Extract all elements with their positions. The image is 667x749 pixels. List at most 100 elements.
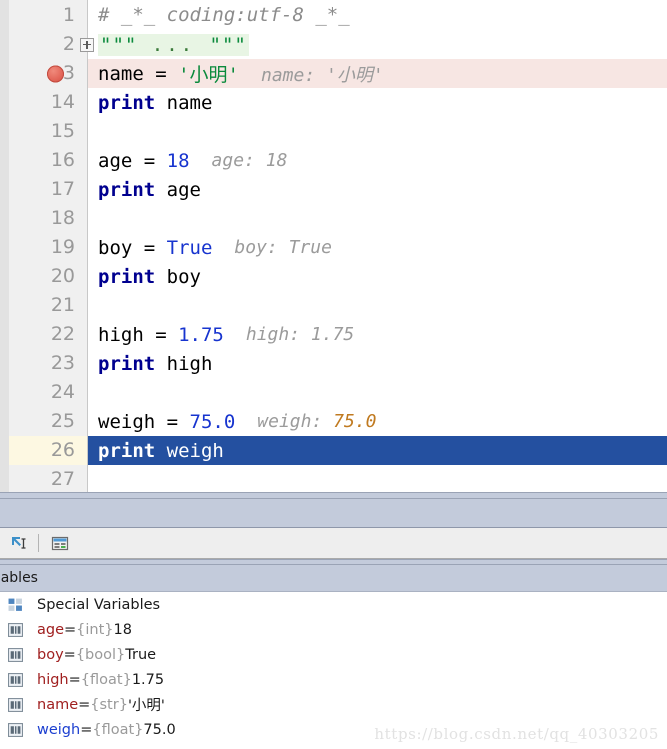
gutter-strip xyxy=(0,436,9,465)
code-var-name: age xyxy=(98,150,132,172)
code-line[interactable]: print weigh xyxy=(88,436,667,465)
variable-row[interactable]: name = {str} '小明' xyxy=(0,692,667,717)
code-editor[interactable]: 1# _*_ coding:utf-8 _*_2""" ... """13nam… xyxy=(0,0,667,492)
editor-row: 2 """ ... """ xyxy=(0,30,667,59)
line-gutter[interactable]: 21 xyxy=(0,291,88,320)
gutter-strip xyxy=(0,175,9,204)
code-line[interactable] xyxy=(88,465,667,492)
inline-value-hint: boy: True xyxy=(234,237,332,258)
inline-hint-value: 18 xyxy=(266,150,288,171)
line-gutter[interactable]: 19 xyxy=(0,233,88,262)
editor-row: 25weigh = 75.0weigh: 75.0 xyxy=(0,407,667,436)
fold-toggle-icon[interactable] xyxy=(80,38,94,52)
inline-value-hint: high: 1.75 xyxy=(246,324,354,345)
code-line[interactable] xyxy=(88,378,667,407)
line-gutter[interactable]: 2 xyxy=(0,30,88,59)
code-line[interactable] xyxy=(88,291,667,320)
variable-icon xyxy=(8,648,30,662)
line-gutter[interactable]: 15 xyxy=(0,117,88,146)
line-number: 19 xyxy=(51,238,87,257)
code-var-name: boy xyxy=(98,237,132,259)
editor-row: 22high = 1.75high: 1.75 xyxy=(0,320,667,349)
editor-row: 15 xyxy=(0,117,667,146)
line-gutter[interactable]: 18 xyxy=(0,204,88,233)
variable-type: {bool} xyxy=(76,647,125,663)
code-line[interactable] xyxy=(88,117,667,146)
editor-line-list: 1# _*_ coding:utf-8 _*_2""" ... """13nam… xyxy=(0,0,667,492)
line-number: 16 xyxy=(51,151,87,170)
fold-ellipsis: ... xyxy=(137,34,209,56)
line-gutter[interactable]: 13 xyxy=(0,59,88,88)
gutter-strip xyxy=(0,320,9,349)
debugger-toolbar[interactable] xyxy=(0,528,667,559)
code-line[interactable]: boy = Trueboy: True xyxy=(88,233,667,262)
breakpoint-marker[interactable] xyxy=(47,65,64,82)
code-line[interactable]: # _*_ coding:utf-8 _*_ xyxy=(88,0,667,30)
gutter-strip xyxy=(0,291,9,320)
code-line[interactable] xyxy=(88,204,667,233)
variables-list[interactable]: Special Variablesage = {int} 18boy = {bo… xyxy=(0,592,667,749)
inline-value-hint: weigh: 75.0 xyxy=(257,411,376,432)
line-gutter[interactable]: 23 xyxy=(0,349,88,378)
watches-table-icon[interactable] xyxy=(47,532,73,554)
editor-row: 19boy = Trueboy: True xyxy=(0,233,667,262)
variable-name: name xyxy=(37,697,78,713)
line-number: 20 xyxy=(51,267,87,286)
line-number: 27 xyxy=(51,470,87,489)
variable-value: True xyxy=(125,647,156,663)
code-number-literal: 75.0 xyxy=(190,411,236,433)
code-argument: boy xyxy=(155,266,201,288)
code-line[interactable]: name = '小明'name: '小明' xyxy=(88,59,667,88)
code-operator: = xyxy=(144,324,178,346)
variable-value: 1.75 xyxy=(132,672,164,688)
code-line[interactable]: print boy xyxy=(88,262,667,291)
line-number: 25 xyxy=(51,412,87,431)
variable-row[interactable]: age = {int} 18 xyxy=(0,617,667,642)
line-number: 17 xyxy=(51,180,87,199)
line-number: 14 xyxy=(51,93,87,112)
variable-value: 18 xyxy=(114,622,132,638)
code-line[interactable]: print high xyxy=(88,349,667,378)
variable-icon xyxy=(8,623,30,637)
line-number: 22 xyxy=(51,325,87,344)
code-line[interactable]: print name xyxy=(88,88,667,117)
line-gutter[interactable]: 20 xyxy=(0,262,88,291)
gutter-strip xyxy=(0,204,9,233)
inline-value-hint: name: '小明' xyxy=(261,61,384,87)
line-gutter[interactable]: 14 xyxy=(0,88,88,117)
debug-tab-bar[interactable] xyxy=(0,499,667,528)
editor-row: 23print high xyxy=(0,349,667,378)
line-gutter[interactable]: 26 xyxy=(0,436,88,465)
line-gutter[interactable]: 22 xyxy=(0,320,88,349)
evaluate-expression-icon[interactable] xyxy=(6,532,32,554)
line-gutter[interactable]: 16 xyxy=(0,146,88,175)
gutter-strip xyxy=(0,349,9,378)
variable-row[interactable]: boy = {bool} True xyxy=(0,642,667,667)
line-number: 21 xyxy=(51,296,87,315)
special-variables-row[interactable]: Special Variables xyxy=(0,592,667,617)
code-line[interactable]: high = 1.75high: 1.75 xyxy=(88,320,667,349)
code-number-literal: True xyxy=(167,237,213,259)
variable-type: {float} xyxy=(81,672,132,688)
gutter-strip xyxy=(0,88,9,117)
code-line[interactable]: age = 18age: 18 xyxy=(88,146,667,175)
code-var-name: name xyxy=(98,63,144,85)
variable-equals: = xyxy=(78,697,90,713)
folded-docstring[interactable]: """ ... """ xyxy=(98,34,249,56)
line-gutter[interactable]: 27 xyxy=(0,465,88,492)
variable-row[interactable]: high = {float} 1.75 xyxy=(0,667,667,692)
line-number: 26 xyxy=(51,441,87,460)
variable-name: boy xyxy=(37,647,64,663)
code-number-literal: 18 xyxy=(167,150,190,172)
line-gutter[interactable]: 25 xyxy=(0,407,88,436)
code-line[interactable]: print age xyxy=(88,175,667,204)
line-gutter[interactable]: 24 xyxy=(0,378,88,407)
line-gutter[interactable]: 17 xyxy=(0,175,88,204)
code-line[interactable]: """ ... """ xyxy=(88,30,667,59)
editor-panel-splitter[interactable] xyxy=(0,492,667,499)
variables-tab[interactable]: Variables xyxy=(0,565,667,592)
editor-row: 21 xyxy=(0,291,667,320)
line-gutter[interactable]: 1 xyxy=(0,0,88,30)
code-line[interactable]: weigh = 75.0weigh: 75.0 xyxy=(88,407,667,436)
variable-icon xyxy=(8,698,30,712)
